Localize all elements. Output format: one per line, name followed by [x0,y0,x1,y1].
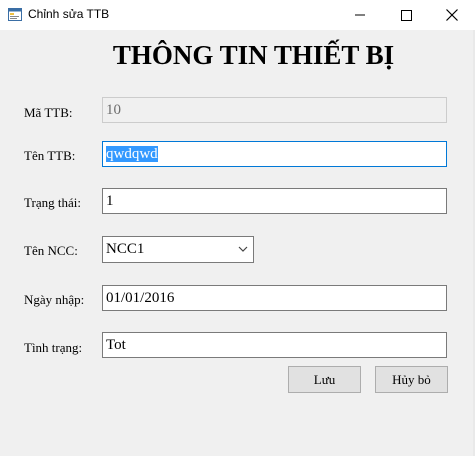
maximize-button[interactable] [383,0,429,30]
title-bar[interactable]: Chỉnh sửa TTB [0,0,475,30]
ten-ttb-field[interactable]: qwdqwd [102,141,447,167]
ma-ttb-label: Mã TTB: [24,105,73,120]
ten-ttb-value: qwdqwd [106,146,158,162]
trang-thai-field[interactable]: 1 [102,188,447,214]
ngay-nhap-field[interactable]: 01/01/2016 [102,285,447,311]
ngay-nhap-value: 01/01/2016 [106,290,175,306]
cancel-button[interactable]: Hủy bỏ [375,366,448,393]
minimize-icon [355,14,365,16]
ten-ncc-value: NCC1 [106,241,145,257]
tinh-trang-label: Tình trạng: [24,340,83,355]
tinh-trang-field[interactable]: Tot [102,332,447,358]
maximize-icon [400,9,412,21]
chevron-down-icon [238,246,248,252]
ngay-nhap-label: Ngày nhập: [24,292,85,307]
ten-ncc-combobox[interactable]: NCC1 [102,236,254,263]
ten-ttb-label: Tên TTB: [24,148,76,163]
minimize-button[interactable] [337,0,383,30]
window-title: Chỉnh sửa TTB [28,7,110,21]
app-form-icon [8,8,22,21]
tinh-trang-value: Tot [106,337,126,353]
trang-thai-value: 1 [106,193,114,209]
trang-thai-label: Trạng thái: [24,195,81,210]
close-button[interactable] [429,0,475,30]
close-icon [446,9,458,21]
ma-ttb-value: 10 [106,102,121,118]
ma-ttb-field: 10 [102,97,447,123]
save-button[interactable]: Lưu [288,366,361,393]
ten-ncc-label: Tên NCC: [24,243,78,258]
form-heading: THÔNG TIN THIẾT BỊ [112,40,395,70]
